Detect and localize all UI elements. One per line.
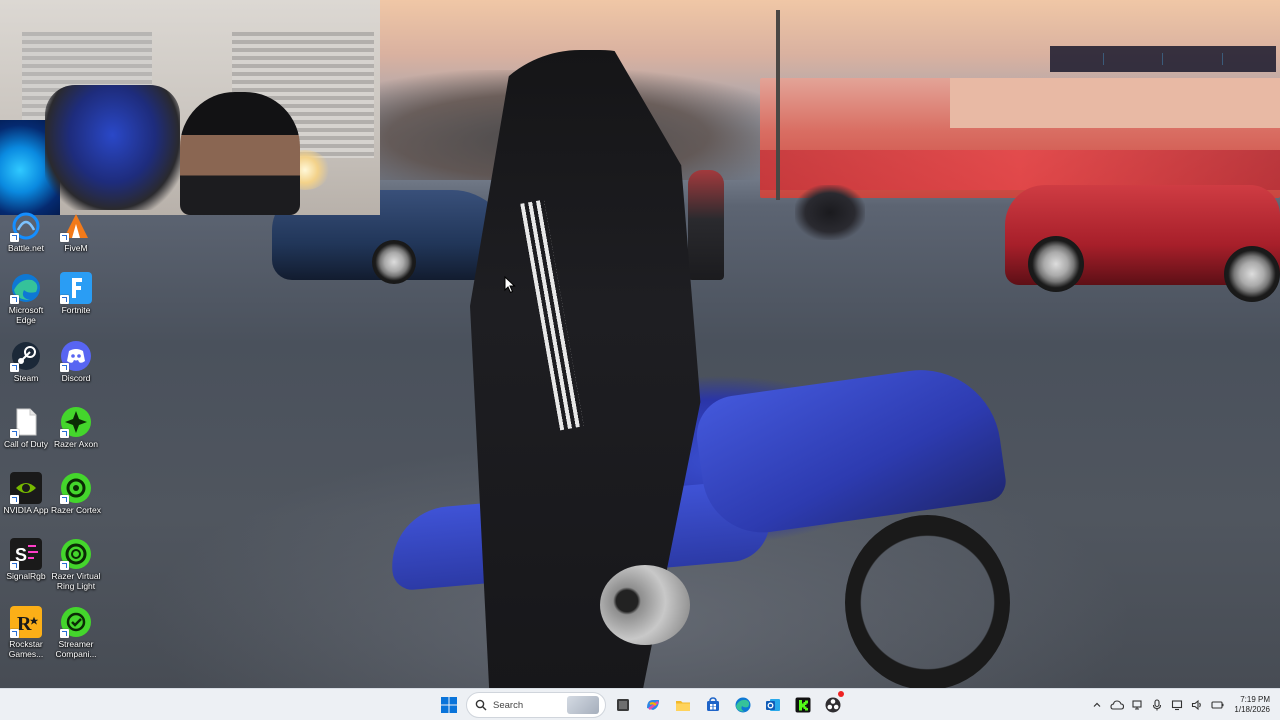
edge-icon	[735, 697, 751, 713]
desktop-icon-rockstar-games[interactable]: R Rockstar Games...	[0, 606, 52, 670]
perf-metric	[1064, 55, 1083, 64]
fortnite-icon	[60, 272, 92, 304]
desktop-icon-razer-axon[interactable]: Razer Axon	[50, 406, 102, 470]
wallpaper-building-stripe	[760, 150, 1280, 190]
perf-separator	[1162, 53, 1164, 65]
taskbar: Search 7:19 PM 1/18/2026	[0, 688, 1280, 720]
task-view-icon	[617, 699, 629, 711]
wallpaper-background-person	[688, 170, 724, 280]
store-icon	[707, 697, 719, 711]
file-icon	[10, 406, 42, 438]
edge-icon	[10, 272, 42, 304]
streamer-companion-icon	[60, 606, 92, 638]
desktop-icon-nvidia-app[interactable]: NVIDIA App	[0, 472, 52, 536]
desktop-icon-grid: Battle.net FiveM Microsoft Edge Fortnite…	[0, 210, 104, 670]
taskbar-kick[interactable]	[790, 692, 816, 718]
rockstar-icon: R	[10, 606, 42, 638]
cloud-icon[interactable]	[1110, 698, 1125, 712]
fivem-icon	[60, 210, 92, 242]
wallpaper-car-wheel	[372, 240, 416, 284]
system-tray: 7:19 PM 1/18/2026	[1090, 692, 1270, 718]
desktop-icon-signalrgb[interactable]: S SignalRgb	[0, 538, 52, 602]
desktop-icon-steam[interactable]: Steam	[0, 340, 52, 404]
wallpaper-car-wheel	[1028, 236, 1084, 292]
signalrgb-icon: S	[10, 538, 42, 570]
wallpaper-background-rider	[795, 185, 865, 240]
search-placeholder: Search	[493, 699, 524, 711]
taskbar-center: Search	[436, 691, 846, 718]
taskbar-file-explorer[interactable]	[670, 692, 696, 718]
display-icon[interactable]	[1170, 698, 1184, 712]
perf-metric	[1124, 55, 1143, 64]
kick-icon	[795, 697, 811, 713]
desktop-icon-razer-cortex[interactable]: Razer Cortex	[50, 472, 102, 536]
webcam-streamer	[180, 92, 300, 215]
desktop-icon-razer-virtual-ring-light[interactable]: Razer Virtual Ring Light	[50, 538, 102, 602]
folder-icon	[676, 701, 690, 711]
search-icon	[475, 699, 487, 711]
webcam-bike	[45, 85, 180, 210]
steam-icon	[10, 340, 42, 372]
taskbar-store[interactable]	[700, 692, 726, 718]
desktop-icon-fivem[interactable]: FiveM	[50, 210, 102, 274]
obs-icon	[825, 697, 841, 713]
performance-overlay	[1050, 46, 1276, 72]
wallpaper-bike-exhaust	[600, 565, 690, 645]
taskbar-task-view[interactable]	[610, 692, 636, 718]
perf-separator	[1222, 53, 1224, 65]
desktop-icon-fortnite[interactable]: Fortnite	[50, 272, 102, 336]
perf-metric	[1183, 55, 1202, 64]
recording-indicator	[838, 691, 844, 697]
nvidia-icon	[10, 472, 42, 504]
perf-separator	[1102, 53, 1104, 65]
taskbar-obs[interactable]	[820, 691, 846, 718]
speaker-icon[interactable]	[1190, 698, 1204, 712]
svg-text:R: R	[17, 613, 32, 635]
perf-metric	[1243, 55, 1262, 64]
wallpaper-light-pole	[776, 10, 780, 200]
mouse-cursor-icon	[504, 276, 516, 294]
clock-time: 7:19 PM	[1240, 695, 1270, 704]
search-highlight-image	[567, 696, 599, 714]
wallpaper-car-wheel	[1224, 246, 1280, 302]
start-button[interactable]	[436, 692, 462, 718]
battery-icon[interactable]	[1210, 698, 1224, 712]
taskbar-copilot[interactable]	[640, 692, 666, 718]
battlenet-icon	[10, 210, 42, 242]
desktop-icon-streamer-companion[interactable]: Streamer Compani...	[50, 606, 102, 670]
desktop-icon-microsoft-edge[interactable]: Microsoft Edge	[0, 272, 52, 336]
desktop-icon-discord[interactable]: Discord	[50, 340, 102, 404]
chevron-up-icon[interactable]	[1090, 698, 1104, 712]
razer-ring-light-icon	[60, 538, 92, 570]
razer-axon-icon	[60, 406, 92, 438]
windows-icon	[441, 697, 457, 713]
taskbar-search[interactable]: Search	[466, 692, 606, 718]
wallpaper-building-top	[950, 78, 1280, 128]
outlook-icon	[766, 699, 780, 711]
discord-icon	[60, 340, 92, 372]
webcam-overlay	[0, 0, 380, 215]
desktop-icon-call-of-duty[interactable]: Call of Duty	[0, 406, 52, 470]
taskbar-edge[interactable]	[730, 692, 756, 718]
wallpaper-bike-wheel	[845, 515, 1010, 688]
network-icon[interactable]	[1130, 698, 1144, 712]
desktop-icon-battlenet[interactable]: Battle.net	[0, 210, 52, 274]
clock-date: 1/18/2026	[1234, 705, 1270, 714]
taskbar-outlook[interactable]	[760, 692, 786, 718]
copilot-icon	[647, 700, 659, 710]
razer-cortex-icon	[60, 472, 92, 504]
taskbar-clock[interactable]: 7:19 PM 1/18/2026	[1234, 695, 1270, 715]
microphone-icon[interactable]	[1150, 698, 1164, 712]
